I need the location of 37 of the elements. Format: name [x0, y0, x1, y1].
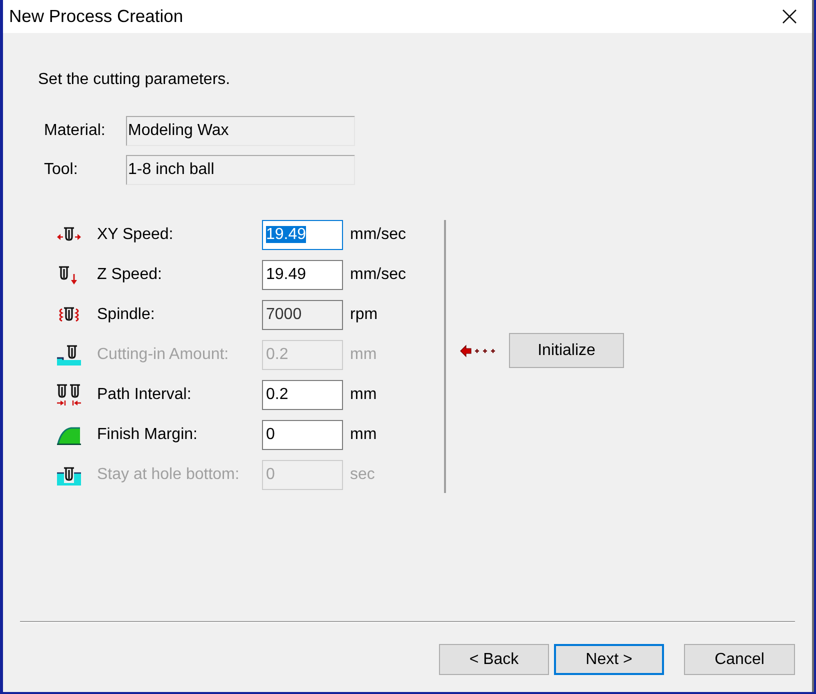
field-label: Z Speed:: [97, 266, 162, 284]
number-field[interactable]: 0: [262, 420, 343, 450]
field-label: Material:: [44, 122, 106, 140]
unit-label: mm: [350, 426, 377, 444]
text-field[interactable]: 1-8 inch ball: [126, 155, 355, 185]
tool-hole-icon: [56, 464, 82, 486]
tool-step-icon: [56, 344, 82, 366]
unit-label: sec: [350, 466, 375, 484]
cancel-button[interactable]: Cancel: [684, 644, 795, 675]
number-field[interactable]: 7000: [262, 300, 343, 330]
field-label: Stay at hole bottom:: [97, 466, 240, 484]
window-title: New Process Creation: [9, 6, 184, 27]
unit-label: mm: [350, 386, 377, 404]
number-field[interactable]: 19.49: [262, 220, 343, 250]
field-label: Spindle:: [97, 306, 155, 324]
unit-label: mm/sec: [350, 266, 406, 284]
tool-side-arrows-icon: [56, 226, 82, 244]
field-label: XY Speed:: [97, 226, 174, 244]
tool-down-arrow-icon: [56, 265, 80, 285]
back-button[interactable]: < Back: [439, 644, 549, 675]
initialize-button[interactable]: Initialize: [509, 333, 624, 368]
unit-label: rpm: [350, 306, 378, 324]
number-field[interactable]: 0.2: [262, 380, 343, 410]
field-label: Tool:: [44, 161, 78, 179]
text-field[interactable]: Modeling Wax: [126, 116, 355, 146]
field-label: Finish Margin:: [97, 426, 198, 444]
close-icon[interactable]: [782, 9, 796, 24]
slope-icon: [56, 425, 82, 445]
field-label: Path Interval:: [97, 386, 192, 404]
field-label: Cutting-in Amount:: [97, 346, 229, 364]
unit-label: mm/sec: [350, 226, 406, 244]
two-tools-arrows-icon: [56, 384, 82, 406]
next-button[interactable]: Next >: [554, 644, 664, 675]
instruction-text: Set the cutting parameters.: [38, 71, 230, 89]
number-field[interactable]: 19.49: [262, 260, 343, 290]
unit-label: mm: [350, 346, 377, 364]
dotted-arrow-icon: [460, 344, 498, 358]
